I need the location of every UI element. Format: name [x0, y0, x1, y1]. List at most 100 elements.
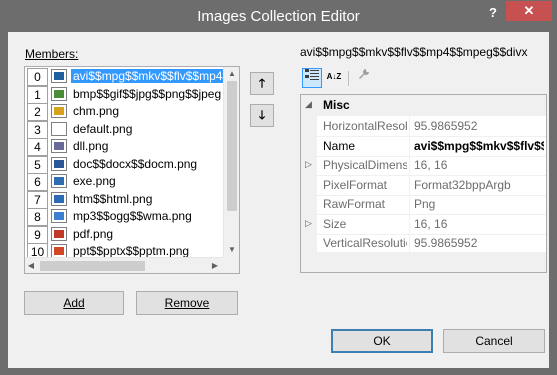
column-splitter[interactable] [409, 174, 410, 195]
icon-fill [54, 89, 64, 98]
document-icon [51, 156, 67, 171]
list-item[interactable]: 8 mp3$$ogg$$wma.png [25, 208, 223, 226]
scroll-down-arrow-icon[interactable]: ▼ [224, 245, 239, 254]
ok-button[interactable]: OK [331, 329, 433, 353]
image-icon [51, 86, 67, 101]
presentation-icon [51, 244, 67, 258]
icon-fill [54, 247, 64, 255]
property-value[interactable]: 95.9865952 [414, 236, 544, 250]
category-row-misc[interactable]: ◢ Misc [301, 95, 546, 116]
list-item[interactable]: 0 avi$$mpg$$mkv$$flv$$mp4$$mpeg$$divx [25, 68, 225, 86]
item-name: avi$$mpg$$mkv$$flv$$mp4$$mpeg$$divx [71, 69, 225, 83]
property-name: RawFormat [323, 197, 386, 211]
property-row[interactable]: ▷ PhysicalDimension 16, 16 [301, 155, 546, 176]
property-grid-toolbar: A↓Z [300, 66, 546, 92]
list-item[interactable]: 1 bmp$$gif$$jpg$$png$$jpeg [25, 85, 223, 104]
item-index: 9 [27, 225, 48, 244]
property-row-margin [301, 233, 317, 252]
members-label: Members: [25, 47, 78, 61]
scrollbar-corner [223, 257, 239, 273]
help-button[interactable]: ? [479, 4, 507, 24]
icon-fill [54, 159, 64, 168]
property-grid[interactable]: ◢ Misc HorizontalResolution 95.9865952 Nam… [300, 94, 547, 253]
list-item[interactable]: 4 dll.png [25, 138, 223, 156]
column-splitter[interactable] [409, 213, 410, 234]
item-index: 0 [27, 68, 48, 86]
property-value[interactable]: 16, 16 [414, 158, 544, 172]
horizontal-scroll-thumb[interactable] [40, 261, 145, 271]
members-list[interactable]: 0 avi$$mpg$$mkv$$flv$$mp4$$mpeg$$divx 1 bmp… [24, 66, 240, 274]
item-index: 6 [27, 173, 48, 191]
move-down-button[interactable]: 🡓 [250, 104, 274, 127]
item-name: ppt$$pptx$$pptm.png [73, 244, 190, 258]
property-name: PixelFormat [323, 177, 388, 192]
item-index: 4 [27, 138, 48, 156]
list-item[interactable]: 9 pdf.png [25, 225, 223, 244]
list-item[interactable]: 2 chm.png [25, 103, 223, 121]
members-label-text: Members: [25, 47, 79, 61]
remove-button[interactable]: Remove [136, 291, 238, 315]
property-row[interactable]: RawFormat Png [301, 194, 546, 215]
icon-fill [54, 142, 64, 150]
title-bar[interactable]: Images Collection Editor ? ✕ [1, 1, 556, 32]
icon-fill [54, 124, 64, 133]
categorized-icon[interactable] [302, 68, 322, 88]
item-name: doc$$docx$$docm.png [73, 156, 198, 171]
dll-icon [51, 139, 67, 153]
alphabetical-button[interactable]: A↓Z [324, 68, 344, 88]
move-up-button[interactable]: 🡑 [250, 72, 274, 95]
property-row[interactable]: PixelFormat Format32bppArgb [301, 174, 546, 196]
scroll-right-arrow-icon[interactable]: ▶ [209, 261, 221, 270]
cancel-button[interactable]: Cancel [443, 329, 545, 353]
audio-icon [51, 209, 67, 223]
expand-icon[interactable]: ▷ [305, 218, 312, 229]
column-splitter[interactable] [409, 135, 410, 156]
scroll-left-arrow-icon[interactable]: ◀ [25, 261, 37, 270]
list-item[interactable]: 3 default.png [25, 120, 223, 139]
expand-icon[interactable]: ▷ [305, 159, 312, 170]
blank-file-icon [51, 121, 67, 136]
members-vertical-scrollbar[interactable]: ▲ ▼ [223, 67, 239, 257]
property-value[interactable]: Format32bppArgb [414, 178, 544, 192]
property-value[interactable]: Png [414, 197, 544, 211]
list-item[interactable]: 5 doc$$docx$$docm.png [25, 155, 223, 174]
remove-button-label: Remove [164, 296, 210, 310]
property-row[interactable]: Name avi$$mpg$$mkv$$flv$$mp4$$mpeg$$divx [301, 135, 546, 157]
scroll-up-arrow-icon[interactable]: ▲ [224, 69, 239, 78]
property-row[interactable]: VerticalResolution 95.9865952 [301, 233, 546, 252]
property-name: HorizontalResolution [323, 119, 407, 133]
list-item[interactable]: 7 htm$$html.png [25, 190, 223, 209]
item-name: dll.png [73, 139, 109, 153]
property-description-area [300, 252, 547, 273]
list-item[interactable]: 6 exe.png [25, 173, 223, 191]
item-name: pdf.png [73, 226, 114, 241]
members-horizontal-scrollbar[interactable]: ◀ ▶ [25, 257, 223, 273]
add-button[interactable]: Add [24, 291, 124, 315]
property-value[interactable]: avi$$mpg$$mkv$$flv$$mp4$$mpeg$$divx [414, 139, 544, 153]
categorized-glyph [305, 69, 319, 80]
column-splitter[interactable] [409, 155, 410, 175]
close-button[interactable]: ✕ [506, 1, 552, 21]
column-splitter[interactable] [409, 194, 410, 214]
item-name: bmp$$gif$$jpg$$png$$jpeg [73, 86, 222, 101]
column-splitter[interactable] [409, 116, 410, 136]
item-name: htm$$html.png [73, 191, 153, 206]
property-value[interactable]: 16, 16 [414, 217, 544, 231]
item-name: mp3$$ogg$$wma.png [73, 209, 192, 223]
toolbar-separator [348, 71, 349, 86]
property-name: PhysicalDimension [323, 158, 407, 172]
property-row[interactable]: HorizontalResolution 95.9865952 [301, 116, 546, 137]
properties-title: avi$$mpg$$mkv$$flv$$mp4$$mpeg$$divx [300, 45, 528, 59]
property-value[interactable]: 95.9865952 [414, 119, 544, 133]
property-row[interactable]: ▷ Size 16, 16 [301, 213, 546, 235]
item-index: 7 [27, 190, 48, 209]
item-index: 5 [27, 155, 48, 174]
wrench-icon[interactable] [354, 68, 374, 88]
collapse-icon[interactable]: ◢ [305, 99, 312, 110]
vertical-scroll-thumb[interactable] [227, 81, 237, 211]
wrench-glyph [359, 69, 369, 79]
column-splitter[interactable] [409, 233, 410, 252]
exe-icon [51, 174, 67, 188]
item-index: 8 [27, 208, 48, 226]
icon-fill [54, 229, 64, 238]
